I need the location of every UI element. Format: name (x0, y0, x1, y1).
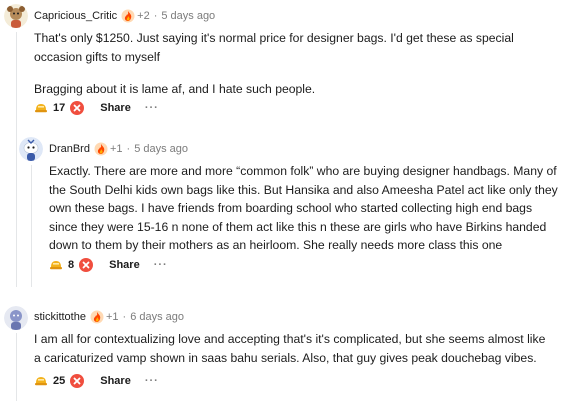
user-avatar[interactable] (4, 4, 28, 28)
vote-score: 8 (68, 259, 75, 271)
helpful-award-icon[interactable] (49, 259, 63, 271)
comment-meta: stickittothe +1 · 6 days ago (34, 310, 184, 324)
comment-paragraph: Bragging about it is lame af, and I hate… (34, 82, 316, 96)
more-options-button[interactable]: ··· (154, 259, 168, 271)
more-awards-count[interactable]: +1 (110, 143, 123, 155)
fire-award-icon[interactable] (121, 9, 135, 23)
comment-paragraph: I am all for contextualizing love and ac… (34, 332, 546, 365)
separator-dot: · (126, 143, 131, 155)
more-awards-count[interactable]: +2 (137, 10, 150, 22)
thread-line[interactable] (16, 32, 17, 287)
username-link[interactable]: DranBrd (49, 143, 90, 155)
separator-dot: · (122, 311, 127, 323)
timestamp[interactable]: 5 days ago (134, 143, 188, 155)
vote-score: 25 (53, 375, 66, 387)
thread-line[interactable] (16, 333, 17, 401)
comment-paragraph: Exactly. There are more and more “common… (49, 164, 558, 252)
vote-score: 17 (53, 102, 66, 114)
share-button[interactable]: Share (100, 375, 131, 387)
snoo-avatar-icon (4, 306, 28, 330)
fire-award-icon[interactable] (90, 310, 104, 324)
helpful-award-icon[interactable] (34, 102, 48, 114)
more-awards-count[interactable]: +1 (106, 311, 119, 323)
share-button[interactable]: Share (109, 259, 140, 271)
downvote-icon[interactable] (70, 374, 85, 388)
timestamp[interactable]: 5 days ago (161, 10, 215, 22)
snoo-avatar-icon (19, 137, 43, 161)
comment-paragraph: That's only $1250. Just saying it's norm… (34, 31, 514, 64)
comment-body: That's only $1250. Just saying it's norm… (34, 29, 554, 113)
separator-dot: · (153, 10, 158, 22)
helpful-award-icon[interactable] (34, 375, 48, 387)
downvote-icon[interactable] (79, 258, 94, 272)
user-avatar[interactable] (19, 137, 43, 161)
comment-body: Exactly. There are more and more “common… (49, 162, 559, 269)
thread-line[interactable] (31, 165, 32, 287)
share-button[interactable]: Share (100, 102, 131, 114)
timestamp[interactable]: 6 days ago (130, 311, 184, 323)
user-avatar[interactable] (4, 306, 28, 330)
snoo-avatar-icon (4, 4, 28, 28)
comment-actions: 8 Share ··· (49, 258, 168, 272)
more-options-button[interactable]: ··· (145, 102, 159, 114)
username-link[interactable]: stickittothe (34, 311, 86, 323)
downvote-icon[interactable] (70, 101, 85, 115)
username-link[interactable]: Capricious_Critic (34, 10, 117, 22)
fire-award-icon[interactable] (94, 142, 108, 156)
more-options-button[interactable]: ··· (145, 375, 159, 387)
comment-meta: DranBrd +1 · 5 days ago (49, 142, 188, 156)
comment-meta: Capricious_Critic +2 · 5 days ago (34, 9, 215, 23)
comment-actions: 25 Share ··· (34, 374, 159, 388)
comment-actions: 17 Share ··· (34, 101, 159, 115)
